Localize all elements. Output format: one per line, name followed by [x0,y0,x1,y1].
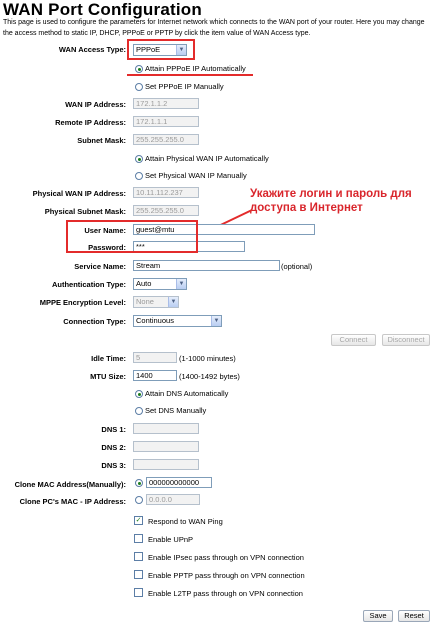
physical-subnet-label: Physical Subnet Mask: [44,207,126,216]
connect-button[interactable]: Connect [331,334,376,346]
physical-manual-radio[interactable] [135,172,143,180]
dns2-label: DNS 2: [101,443,126,452]
dns3-label: DNS 3: [101,461,126,470]
remote-ip-input[interactable]: 172.1.1.1 [133,116,199,127]
chevron-down-icon: ▼ [211,316,221,326]
auth-type-label: Authentication Type: [51,280,126,289]
remote-ip-label: Remote IP Address: [55,118,126,127]
physical-wan-ip-input[interactable]: 10.11.112.237 [133,187,199,198]
wan-access-type-label: WAN Access Type: [58,45,126,54]
pppoe-manual-label: Set PPPoE IP Manually [145,82,224,91]
highlight-wan-access [127,39,195,60]
mppe-select[interactable]: None ▼ [133,296,179,308]
pppoe-auto-label: Attain PPPoE IP Automatically [145,64,246,73]
dns2-input[interactable] [133,441,199,452]
auth-type-select[interactable]: Auto ▼ [133,278,187,290]
physical-auto-label: Attain Physical WAN IP Automatically [145,154,269,163]
mtu-hint: (1400-1492 bytes) [179,372,240,381]
clone-mac-input[interactable]: 000000000000 [146,477,212,488]
dns3-input[interactable] [133,459,199,470]
wan-ping-label: Respond to WAN Ping [148,517,223,526]
upnp-label: Enable UPnP [148,535,194,544]
auth-type-value: Auto [136,279,152,288]
chevron-down-icon: ▼ [176,279,186,289]
physical-subnet-input[interactable]: 255.255.255.0 [133,205,199,216]
reset-button[interactable]: Reset [398,610,430,622]
pppoe-auto-radio[interactable] [135,65,143,73]
dns-manual-radio[interactable] [135,407,143,415]
save-button[interactable]: Save [363,610,393,622]
mtu-label: MTU Size: [90,372,126,381]
disconnect-button[interactable]: Disconnect [382,334,430,346]
pptp-label: Enable PPTP pass through on VPN connecti… [148,571,305,580]
chevron-down-icon: ▼ [168,297,178,307]
l2tp-label: Enable L2TP pass through on VPN connecti… [148,589,303,598]
ipsec-checkbox[interactable] [134,552,143,561]
highlight-underline [127,74,253,76]
dns1-label: DNS 1: [101,425,126,434]
wan-ip-label: WAN IP Address: [65,100,126,109]
dns-auto-radio[interactable] [135,390,143,398]
subnet-mask-label: Subnet Mask: [77,136,126,145]
dns-manual-label: Set DNS Manually [145,406,207,415]
clone-pc-mac-radio[interactable] [135,496,143,504]
upnp-checkbox[interactable] [134,534,143,543]
wan-ip-input[interactable]: 172.1.1.2 [133,98,199,109]
check-icon: ✓ [135,517,142,524]
clone-mac-radio[interactable] [135,479,143,487]
annotation-text: Укажите логин и пароль для доступа в Инт… [250,188,412,214]
clone-mac-label: Clone MAC Address(Manually): [14,480,126,489]
l2tp-checkbox[interactable] [134,588,143,597]
pptp-checkbox[interactable] [134,570,143,579]
connection-type-label: Connection Type: [63,317,126,326]
connection-type-value: Continuous [136,316,174,325]
mppe-label: MPPE Encryption Level: [39,298,126,307]
service-name-input[interactable]: Stream [133,260,280,271]
connection-type-select[interactable]: Continuous ▼ [133,315,222,327]
pppoe-manual-radio[interactable] [135,83,143,91]
wan-ping-checkbox[interactable]: ✓ [134,516,143,525]
highlight-credentials [66,220,198,253]
mtu-input[interactable]: 1400 [133,370,177,381]
idle-time-label: Idle Time: [91,354,126,363]
physical-wan-ip-label: Physical WAN IP Address: [32,189,126,198]
dns-auto-label: Attain DNS Automatically [145,389,229,398]
idle-time-input[interactable]: 5 [133,352,177,363]
physical-manual-label: Set Physical WAN IP Manually [145,171,247,180]
ipsec-label: Enable IPsec pass through on VPN connect… [148,553,304,562]
mppe-value: None [136,297,154,306]
service-name-hint: (optional) [281,262,313,271]
clone-pc-mac-label: Clone PC's MAC - IP Address: [19,497,126,506]
subnet-mask-input[interactable]: 255.255.255.0 [133,134,199,145]
physical-auto-radio[interactable] [135,155,143,163]
clone-pc-mac-input[interactable]: 0.0.0.0 [146,494,200,505]
idle-time-hint: (1-1000 minutes) [179,354,236,363]
service-name-label: Service Name: [74,262,126,271]
dns1-input[interactable] [133,423,199,434]
page-description: This page is used to configure the param… [3,19,425,37]
